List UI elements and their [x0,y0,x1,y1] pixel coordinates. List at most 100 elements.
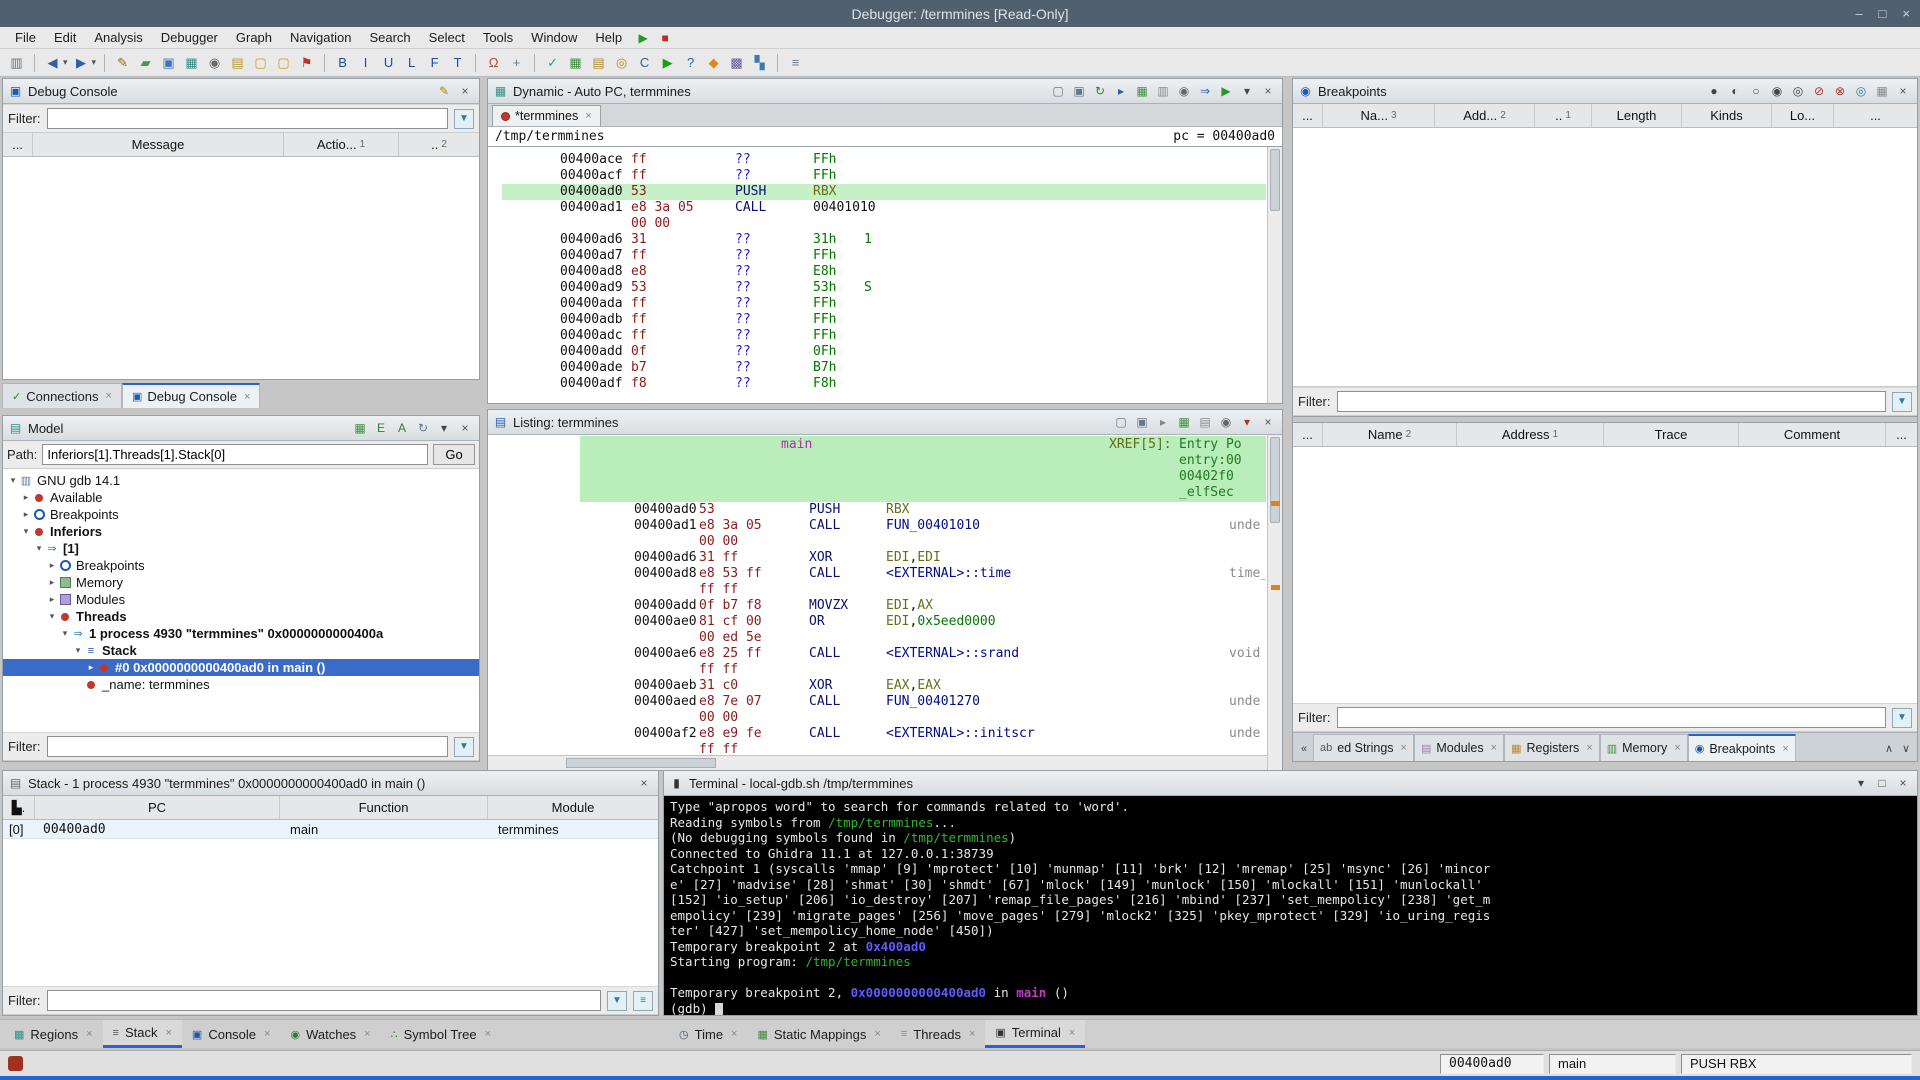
tree-node-breakpoints[interactable]: ▸ Breakpoints [3,557,479,574]
expander-icon[interactable]: ▾ [46,611,58,622]
settings-icon[interactable]: ≡ [785,52,806,74]
menu-window[interactable]: Window [522,28,586,47]
tab-close-icon[interactable]: × [165,1027,171,1039]
column-header-[interactable]: ... [1293,423,1323,446]
menu-navigation[interactable]: Navigation [281,28,360,47]
expander-icon[interactable]: ▸ [46,577,58,588]
flag-icon[interactable]: ⚑ [296,52,317,74]
back-icon[interactable]: ◀ [42,52,63,74]
column-header-[interactable]: ▙. [3,796,35,819]
scrollbar-thumb[interactable] [1270,437,1280,523]
maximize-button[interactable]: □ [1879,6,1887,21]
tab-close-icon[interactable]: × [1586,742,1592,754]
tree-node-stack[interactable]: ▾ ≡ Stack [3,642,479,659]
tab-close-icon[interactable]: × [585,110,591,122]
export-table-icon[interactable]: ▦ [351,419,369,437]
diamond-icon[interactable]: ◆ [703,52,724,74]
tab-close-icon[interactable]: × [969,1028,975,1040]
enable-breakpoint-icon[interactable]: ● [1705,82,1723,100]
menu-select[interactable]: Select [420,28,474,47]
note-icon[interactable]: ▤ [227,52,248,74]
expander-icon[interactable]: ▸ [46,560,58,571]
disasm-row[interactable]: 00 ed 5e [488,630,1266,646]
disasm-row[interactable]: ff ff [488,582,1266,598]
column-header-[interactable]: ... [3,133,33,156]
tab-close-icon[interactable]: × [485,1028,491,1040]
column-header-length[interactable]: Length [1592,104,1682,127]
undefined-icon[interactable]: U [378,52,399,74]
copy-icon[interactable]: ▢ [1112,413,1130,431]
column-header-kinds[interactable]: Kinds [1682,104,1772,127]
tab-close-icon[interactable]: × [731,1028,737,1040]
close-icon[interactable]: × [1259,413,1277,431]
tab-watches[interactable]: ◉ Watches × [280,1020,380,1048]
dynamic-header[interactable]: ▦ Dynamic - Auto PC, termmines ▢ ▣ ↻ ▸ ▦ ▥ ◉ ⇒ ▶… [488,79,1282,104]
paste-icon[interactable]: ▣ [1070,82,1088,100]
tab-close-icon[interactable]: × [1491,742,1497,754]
close-icon[interactable]: × [1894,774,1912,792]
column-header-comment[interactable]: Comment [1739,423,1886,446]
pencil-icon[interactable]: ✎ [112,52,133,74]
tab-terminal[interactable]: ▣ Terminal × [985,1020,1086,1048]
model-path-input[interactable] [42,444,428,465]
filter-options-icon[interactable]: ▼ [1892,391,1912,412]
breakpoints-filter-input[interactable] [1336,391,1886,412]
type-icon[interactable]: T [447,52,468,74]
highlight-icon[interactable]: ▰ [135,52,156,74]
disable-breakpoint-icon[interactable]: ◐ [1726,82,1744,100]
scrollbar-thumb[interactable] [1270,149,1280,211]
menu-caret-icon[interactable]: ▾ [435,419,453,437]
track-pc-icon[interactable]: ▸ [1112,82,1130,100]
function-name[interactable]: main [781,437,812,453]
close-button[interactable]: × [1902,6,1910,21]
filter-options-icon[interactable]: ▼ [454,736,474,757]
enable-all-icon[interactable]: ◉ [1768,82,1786,100]
tab-symbol-tree[interactable]: ∴ Symbol Tree × [381,1020,501,1048]
snapshot-icon[interactable]: ◉ [1217,413,1235,431]
tab-memory[interactable]: ▥ Memory × [1599,734,1688,761]
stack-filter-input[interactable] [46,990,601,1011]
close-icon[interactable]: × [456,419,474,437]
make-effective-icon[interactable]: ⊗ [1831,82,1849,100]
disasm-row[interactable]: 00400ad8 e8?? E8h [502,264,1266,280]
filter-options-icon[interactable]: ▼ [607,990,627,1011]
tree-node-1-process-4930-termmines-0x0000000000400a[interactable]: ▾ ⇒ 1 process 4930 "termmines" 0x000000000… [3,625,479,642]
byte-icon[interactable]: B [332,52,353,74]
menu-search[interactable]: Search [360,28,419,47]
interrupt-icon[interactable]: ■ [655,31,675,45]
terminal-content[interactable]: Type "apropos word" to search for comman… [664,796,1917,1015]
clear-all-icon[interactable]: ⊘ [1810,82,1828,100]
forward-icon[interactable]: ▶ [71,52,92,74]
tab-connections[interactable]: ✓ Connections × [2,383,122,408]
disasm-row[interactable]: 00400aeb 31 c0 XOR EAX,EAX [488,678,1266,694]
table-green-icon[interactable]: ▦ [565,52,586,74]
breakpoints-header[interactable]: ◉ Breakpoints ● ◐ ○ ◉ ◎ ⊘ ⊗ ◎ ▦ × [1293,79,1917,104]
collapse-icon[interactable]: A [393,419,411,437]
disasm-row[interactable]: 00 00 [502,216,1266,232]
tab-termmines[interactable]: *termmines × [492,105,601,126]
tab-close-icon[interactable]: × [244,391,250,403]
tab-close-icon[interactable]: × [1069,1027,1075,1039]
table-icon[interactable]: ▦ [181,52,202,74]
model-header[interactable]: ▤ Model ▦ E A ↻ ▾ × [3,416,479,441]
function-header[interactable]: main XREF[5]: Entry Po entry:00 00402f0 … [580,436,1266,502]
titlebar[interactable]: Debugger: /termmines [Read-Only] – □ × [0,0,1920,27]
tree-node-gnu-gdb-14-1[interactable]: ▾ ▥ GNU gdb 14.1 [3,472,479,489]
xref-value[interactable]: Entry Po [1179,437,1242,453]
disable-all-icon[interactable]: ◎ [1789,82,1807,100]
tree-node-name-termmines[interactable]: _name: termmines [3,676,479,693]
tab-modules[interactable]: ▤ Modules × [1413,734,1505,761]
disasm-row[interactable]: 00400adf f8?? F8h [502,376,1266,392]
disasm-row[interactable]: 00 00 [488,534,1266,550]
column-header-[interactable]: ... [1293,104,1323,127]
disasm-row[interactable]: 00400ad9 53?? 53h S [502,280,1266,296]
tab-close-icon[interactable]: × [86,1028,92,1040]
disasm-row[interactable]: 00400acf ff?? FFh [502,168,1266,184]
breakpoint-locations-filter-input[interactable] [1336,707,1886,728]
stack-table-row[interactable]: [0] 00400ad0 main termmines [3,820,658,839]
expander-icon[interactable]: ▸ [20,492,32,503]
compare-icon[interactable]: ▥ [1154,82,1172,100]
play-circle-icon[interactable]: ▶ [657,52,678,74]
tree-node-1[interactable]: ▾ ⇒ [1] [3,540,479,557]
disasm-row[interactable]: 00400ada ff?? FFh [502,296,1266,312]
